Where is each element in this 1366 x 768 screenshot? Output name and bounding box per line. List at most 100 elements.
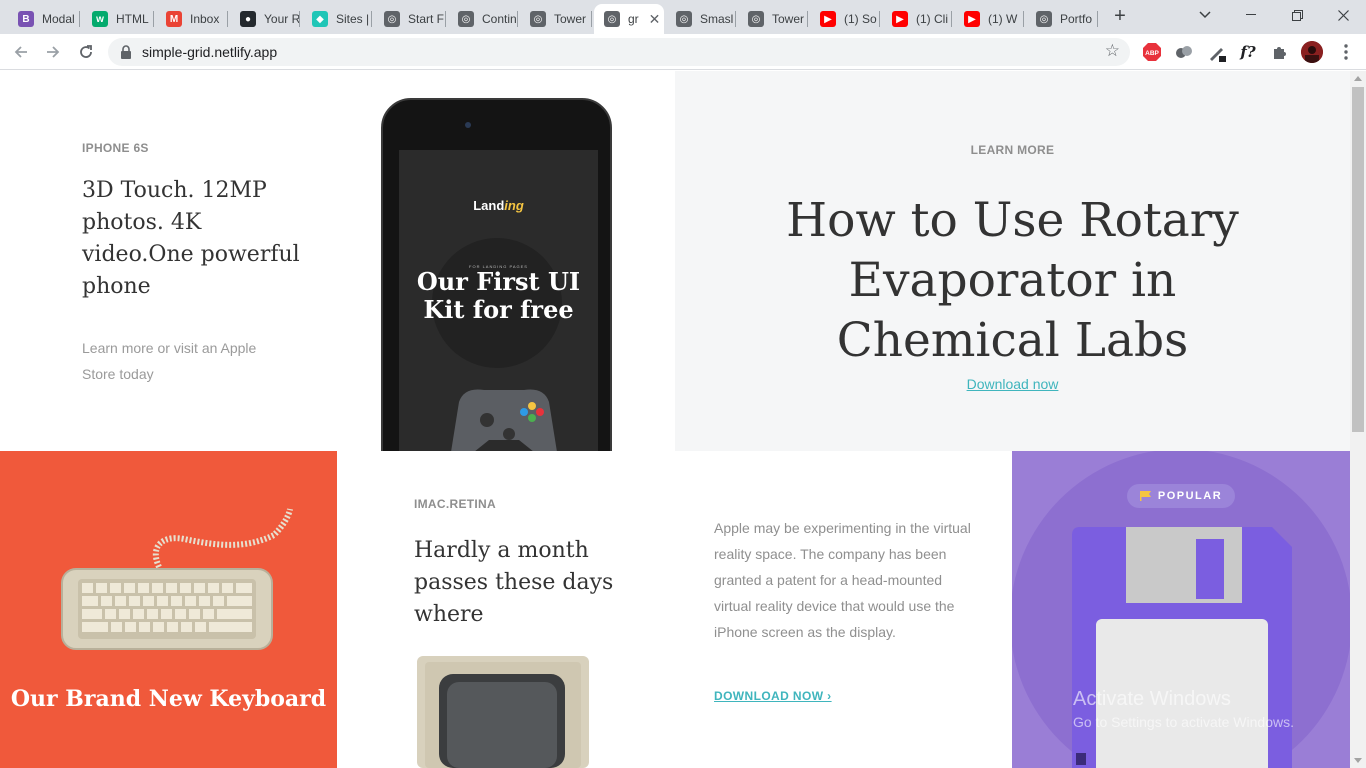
browser-tab[interactable]: B Modal bbox=[8, 4, 80, 34]
extension-icon[interactable] bbox=[1174, 42, 1194, 62]
browser-tab[interactable]: ▶ (1) W bbox=[954, 4, 1024, 34]
browser-tab[interactable]: ◎ Tower bbox=[520, 4, 592, 34]
scroll-down-arrow-icon[interactable] bbox=[1354, 758, 1362, 763]
minimize-button[interactable] bbox=[1228, 0, 1274, 30]
phone-screen: Landing FOR LANDING PAGES Our First UI K… bbox=[399, 150, 598, 460]
imac-image bbox=[417, 656, 589, 768]
tab-search-button[interactable] bbox=[1182, 0, 1228, 30]
browser-tab[interactable]: ◎ Portfo bbox=[1026, 4, 1098, 34]
close-icon bbox=[1337, 9, 1349, 21]
keyboard-title: Our Brand New Keyboard bbox=[10, 686, 327, 712]
tab-label: Modal bbox=[42, 12, 75, 26]
tab-separator bbox=[371, 11, 372, 27]
puzzle-icon[interactable] bbox=[1270, 42, 1290, 62]
pen-icon[interactable] bbox=[1207, 42, 1227, 62]
iphone-subtext: Learn more or visit an Apple Store today bbox=[82, 340, 257, 382]
browser-tab[interactable]: M Inbox bbox=[156, 4, 228, 34]
browser-tab[interactable]: ◆ Sites | bbox=[302, 4, 372, 34]
browser-tab[interactable]: ▶ (1) So bbox=[810, 4, 880, 34]
gamepad-icon bbox=[451, 389, 557, 457]
bootstrap-icon: B bbox=[18, 11, 34, 27]
globe-icon: ◎ bbox=[676, 11, 692, 27]
learn-more-eyebrow: LEARN MORE bbox=[970, 143, 1055, 157]
bookmark-star-icon[interactable]: ☆ bbox=[1105, 41, 1120, 61]
github-icon: ● bbox=[240, 11, 256, 27]
globe-icon: ◎ bbox=[604, 11, 620, 27]
adblock-icon[interactable]: ABP bbox=[1142, 42, 1162, 62]
browser-tab[interactable]: ◎ gr ✕ bbox=[594, 4, 664, 34]
close-tab-icon[interactable]: ✕ bbox=[649, 11, 661, 28]
browser-tab[interactable]: ▶ (1) Cli bbox=[882, 4, 952, 34]
youtube-icon: ▶ bbox=[820, 11, 836, 27]
font-icon[interactable]: f? bbox=[1238, 42, 1258, 62]
globe-icon: ◎ bbox=[384, 11, 400, 27]
svg-text:ABP: ABP bbox=[1145, 50, 1159, 57]
tab-label: Start F bbox=[408, 12, 445, 26]
tab-label: Your R bbox=[264, 12, 300, 26]
globe-icon: ◎ bbox=[748, 11, 764, 27]
browser-tab[interactable]: ◎ Tower bbox=[738, 4, 808, 34]
arrow-left-icon bbox=[14, 46, 27, 58]
lock-icon bbox=[121, 45, 131, 59]
tab-label: Inbox bbox=[190, 12, 220, 26]
tab-label: gr bbox=[628, 12, 639, 26]
tab-separator bbox=[1023, 11, 1024, 27]
browser-tab[interactable]: ● Your R bbox=[230, 4, 300, 34]
tab-label: HTML bbox=[116, 12, 149, 26]
iphone-image: Landing FOR LANDING PAGES Our First UI K… bbox=[381, 98, 612, 460]
tab-strip: + B Modal w HTML M Inbox ● Your R ◆ Sites | ◎ Start… bbox=[0, 0, 1366, 34]
scroll-up-arrow-icon[interactable] bbox=[1354, 76, 1362, 81]
browser-menu-button[interactable] bbox=[1336, 42, 1356, 62]
keyboard-card[interactable]: Our Brand New Keyboard bbox=[0, 451, 337, 768]
restore-button[interactable] bbox=[1274, 0, 1320, 30]
keyboard-image bbox=[61, 508, 293, 650]
profile-avatar[interactable] bbox=[1301, 41, 1323, 63]
web-page: IPHONE 6S 3D Touch. 12MP photos. 4K vide… bbox=[0, 71, 1350, 768]
globe-icon: ◎ bbox=[530, 11, 546, 27]
tab-separator bbox=[299, 11, 300, 27]
tab-separator bbox=[807, 11, 808, 27]
learn-more-card: LEARN MORE How to Use Rotary Evaporator … bbox=[675, 71, 1350, 451]
tab-separator bbox=[879, 11, 880, 27]
tab-label: Tower bbox=[772, 12, 805, 26]
browser-toolbar: simple-grid.netlify.app ☆ ABP f? bbox=[0, 34, 1366, 70]
tab-separator bbox=[445, 11, 446, 27]
imac-eyebrow: IMAC.RETINA bbox=[414, 497, 496, 511]
tab-separator bbox=[735, 11, 736, 27]
reload-icon bbox=[80, 45, 92, 58]
imac-card: IMAC.RETINA Hardly a month passes these … bbox=[337, 451, 1012, 768]
tab-separator bbox=[227, 11, 228, 27]
tab-label: (1) So bbox=[844, 12, 877, 26]
new-tab-button[interactable]: + bbox=[1109, 5, 1131, 27]
tab-label: Tower bbox=[554, 12, 587, 26]
arrow-right-icon bbox=[47, 46, 60, 58]
reload-button[interactable] bbox=[74, 40, 98, 64]
tab-label: (1) Cli bbox=[916, 12, 948, 26]
article-title: How to Use Rotary Evaporator in Chemical… bbox=[786, 193, 1239, 368]
download-now-link[interactable]: Download now bbox=[675, 376, 1350, 392]
browser-tab[interactable]: ◎ Start F bbox=[374, 4, 446, 34]
tab-label: (1) W bbox=[988, 12, 1018, 26]
netlify-icon: ◆ bbox=[312, 11, 328, 27]
browser-tab[interactable]: w HTML bbox=[82, 4, 154, 34]
back-button[interactable] bbox=[9, 40, 33, 64]
close-window-button[interactable] bbox=[1320, 0, 1366, 30]
tab-separator bbox=[951, 11, 952, 27]
browser-tab[interactable]: ◎ Smasl bbox=[666, 4, 736, 34]
popular-badge-label: POPULAR bbox=[1157, 490, 1223, 502]
forward-button[interactable] bbox=[41, 40, 65, 64]
tab-separator bbox=[1097, 11, 1098, 27]
iphone-eyebrow: IPHONE 6S bbox=[82, 141, 149, 155]
browser-tab[interactable]: ◎ Contin bbox=[448, 4, 518, 34]
youtube-icon: ▶ bbox=[892, 11, 908, 27]
activate-windows-subtitle: Go to Settings to activate Windows. bbox=[1073, 714, 1294, 730]
tab-separator bbox=[79, 11, 80, 27]
download-now-cta[interactable]: DOWNLOAD NOW › bbox=[714, 689, 832, 703]
page-scrollbar[interactable] bbox=[1350, 71, 1366, 768]
gmail-icon: M bbox=[166, 11, 182, 27]
globe-icon: ◎ bbox=[1036, 11, 1052, 27]
scrollbar-thumb[interactable] bbox=[1352, 87, 1364, 432]
address-bar[interactable]: simple-grid.netlify.app ☆ bbox=[108, 38, 1130, 66]
tab-label: Sites | bbox=[336, 12, 370, 26]
iphone-card: IPHONE 6S 3D Touch. 12MP photos. 4K vide… bbox=[0, 71, 675, 460]
